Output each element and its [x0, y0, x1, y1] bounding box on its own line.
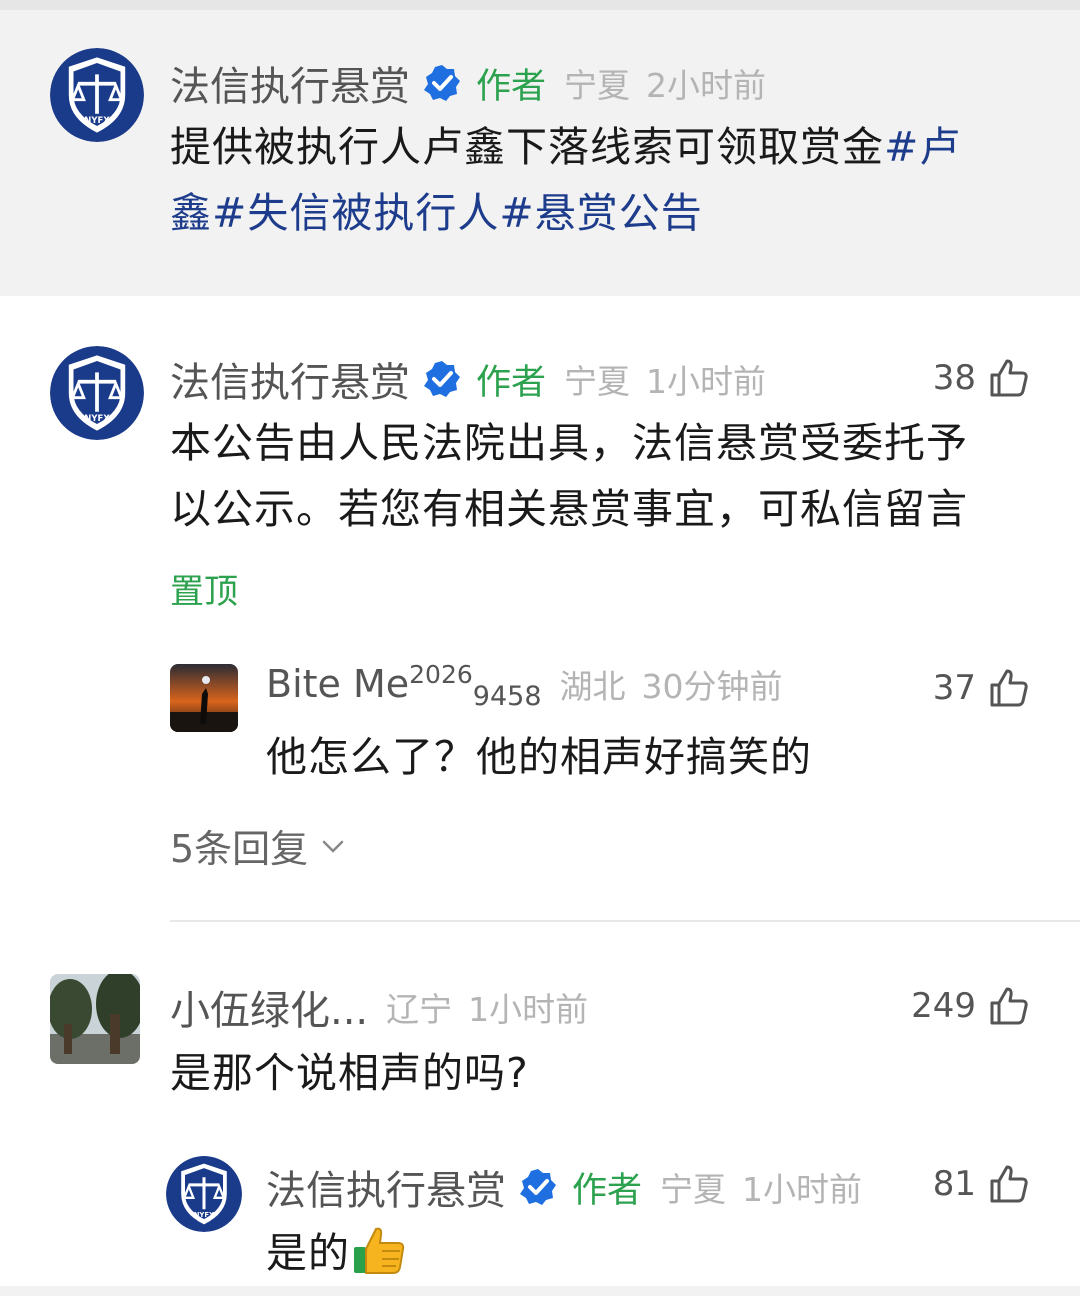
- sunset-photo-icon: [170, 664, 238, 732]
- author-name[interactable]: 法信执行悬赏: [266, 1158, 506, 1216]
- comment-text: 本公告由人民法院出具，法信悬赏受委托予 以公示。若您有相关悬赏事宜，可私信留言: [170, 419, 968, 533]
- svg-text:NYFX: NYFX: [84, 413, 110, 423]
- post-text: 提供被执行人卢鑫下落线索可领取赏金#卢 鑫#失信被执行人#悬赏公告: [170, 123, 962, 237]
- timestamp: 1小时前: [468, 990, 589, 1029]
- comment-meta: 法信执行悬赏 作者 宁夏 1小时前: [170, 350, 766, 408]
- thumbs-up-icon: [988, 357, 1030, 399]
- thumbs-up-icon: [988, 667, 1030, 709]
- verified-badge-icon: [518, 1167, 558, 1207]
- thumbs-up-emoji: [350, 1221, 408, 1279]
- thumbs-up-icon: [988, 1163, 1030, 1205]
- author-tag: 作者: [476, 66, 547, 107]
- like-button[interactable]: 249: [911, 982, 1030, 1030]
- svg-text:NYFX: NYFX: [84, 115, 110, 125]
- reply-meta: Bite Me20269458 湖北 30分钟前: [266, 660, 783, 712]
- hashtag-link[interactable]: #卢: [884, 123, 961, 171]
- nyfx-logo-icon: NYFX: [50, 346, 144, 440]
- view-replies-button[interactable]: 5条回复: [170, 818, 348, 873]
- nyfx-logo-icon: NYFX: [50, 48, 144, 142]
- author-name[interactable]: 法信执行悬赏: [170, 54, 410, 112]
- bottom-divider: [0, 1286, 1080, 1296]
- thumbs-up-icon: [988, 985, 1030, 1027]
- location: 宁夏: [564, 362, 631, 401]
- like-button[interactable]: 81: [933, 1160, 1030, 1208]
- comment-avatar[interactable]: NYFX: [50, 346, 144, 440]
- timestamp: 2小时前: [646, 66, 767, 105]
- like-count: 81: [932, 1164, 976, 1204]
- timestamp: 30分钟前: [641, 667, 783, 706]
- divider: [170, 920, 1080, 922]
- reply-text: 是的: [266, 1220, 408, 1286]
- location: 宁夏: [564, 66, 631, 105]
- like-count: 38: [932, 358, 976, 398]
- svg-text:NYFX: NYFX: [194, 1211, 215, 1219]
- like-count: 37: [932, 668, 976, 708]
- like-count: 249: [911, 986, 976, 1026]
- like-button[interactable]: 38: [933, 354, 1030, 402]
- verified-badge-icon: [422, 63, 462, 103]
- timestamp: 1小时前: [646, 362, 767, 401]
- reply-avatar[interactable]: NYFX: [166, 1156, 242, 1232]
- post-meta: 法信执行悬赏 作者 宁夏 2小时前: [170, 54, 766, 112]
- author-tag: 作者: [572, 1170, 643, 1211]
- verified-badge-icon: [422, 359, 462, 399]
- author-name[interactable]: Bite Me20269458: [266, 660, 542, 712]
- nyfx-logo-icon: NYFX: [166, 1156, 242, 1232]
- pinned-label: 置顶: [170, 572, 238, 612]
- location: 辽宁: [386, 990, 453, 1029]
- chevron-down-icon: [318, 831, 348, 861]
- like-button[interactable]: 37: [933, 664, 1030, 712]
- author-name[interactable]: 小伍绿化...: [170, 978, 368, 1036]
- timestamp: 1小时前: [742, 1170, 863, 1209]
- trees-photo-icon: [50, 974, 140, 1064]
- reply-text: 他怎么了？他的相声好搞笑的: [266, 733, 812, 781]
- comment-avatar[interactable]: [50, 974, 140, 1064]
- reply-avatar[interactable]: [170, 664, 238, 732]
- reply-meta: 法信执行悬赏 作者 宁夏 1小时前: [266, 1158, 862, 1216]
- location: 湖北: [559, 667, 626, 706]
- hashtag-link[interactable]: 鑫#失信被执行人#悬赏公告: [170, 189, 703, 237]
- location: 宁夏: [660, 1170, 727, 1209]
- comment-meta: 小伍绿化... 辽宁 1小时前: [170, 978, 588, 1036]
- comment-text: 是那个说相声的吗?: [170, 1049, 529, 1097]
- author-tag: 作者: [476, 362, 547, 403]
- author-avatar[interactable]: NYFX: [50, 48, 144, 142]
- author-name[interactable]: 法信执行悬赏: [170, 350, 410, 408]
